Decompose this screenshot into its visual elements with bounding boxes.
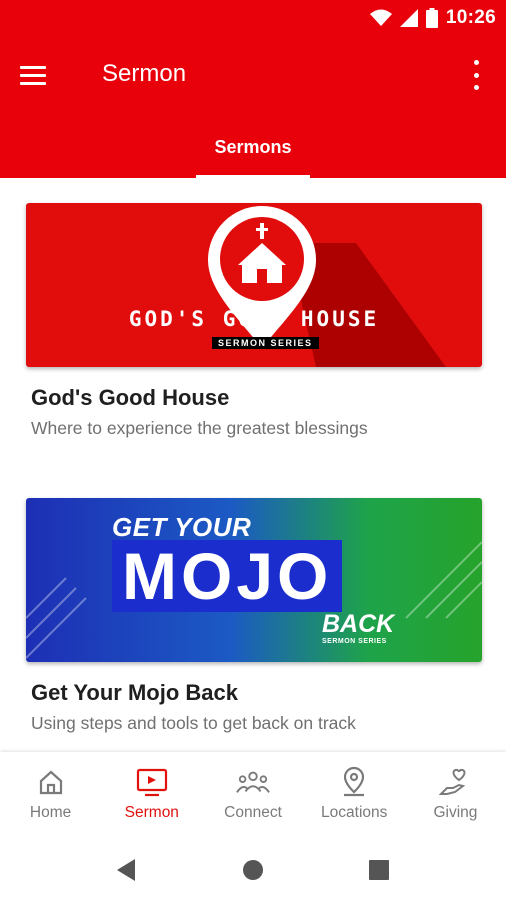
system-navigation-bar	[0, 838, 506, 900]
banner-subtitle: SERMON SERIES	[212, 337, 319, 349]
app-bar: Sermon Sermons	[0, 36, 506, 178]
nav-label: Locations	[321, 804, 388, 821]
tv-icon	[135, 766, 169, 798]
sermon-banner-image: GOD'S GOOD HOUSE SERMON SERIES	[26, 203, 482, 367]
heart-hand-icon	[438, 766, 472, 798]
sermon-banner-image: GET YOUR MOJO BACK SERMON SERIES	[26, 498, 482, 662]
wifi-icon	[369, 9, 392, 26]
banner-line-back: BACK	[322, 610, 395, 638]
sermon-subtitle: Where to experience the greatest blessin…	[31, 418, 368, 438]
status-time: 10:26	[445, 7, 496, 28]
sermon-title: Get Your Mojo Back	[31, 680, 239, 705]
menu-button[interactable]	[20, 58, 60, 92]
back-icon[interactable]	[108, 852, 144, 888]
tab-sermons[interactable]: Sermons	[196, 124, 310, 178]
signal-icon	[399, 9, 418, 27]
page-title: Sermon	[102, 60, 187, 87]
battery-icon	[425, 8, 438, 28]
banner-subtitle: SERMON SERIES	[322, 638, 387, 645]
sermon-subtitle: Using steps and tools to get back on tra…	[31, 713, 356, 733]
location-pin-icon	[337, 766, 371, 798]
nav-sermon[interactable]: Sermon	[101, 752, 202, 838]
sermon-list[interactable]: GOD'S GOOD HOUSE SERMON SERIES God's Goo…	[0, 178, 506, 752]
tab-label: Sermons	[214, 137, 292, 157]
nav-label: Giving	[433, 804, 478, 821]
more-vert-icon	[473, 60, 479, 65]
more-options-button[interactable]	[466, 60, 486, 90]
nav-label: Home	[29, 804, 72, 821]
recents-icon[interactable]	[361, 852, 397, 888]
people-icon	[236, 766, 270, 798]
status-bar: 10:26	[0, 0, 506, 36]
menu-icon	[20, 65, 46, 69]
nav-giving[interactable]: Giving	[405, 752, 506, 838]
nav-label: Connect	[224, 804, 282, 821]
banner-line-mojo: MOJO	[112, 540, 343, 612]
nav-connect[interactable]: Connect	[202, 752, 303, 838]
banner-title: GOD'S GOOD HOUSE	[128, 307, 380, 331]
bottom-navigation: Home Sermon Connect Locations Giving	[0, 752, 506, 838]
nav-label: Sermon	[124, 804, 179, 821]
sermon-card[interactable]: GOD'S GOOD HOUSE SERMON SERIES God's Goo…	[26, 203, 482, 439]
sermon-title: God's Good House	[31, 385, 230, 410]
sermon-card[interactable]: GET YOUR MOJO BACK SERMON SERIES Get You…	[26, 498, 482, 734]
home-icon	[34, 766, 68, 798]
nav-home[interactable]: Home	[0, 752, 101, 838]
status-icons: 10:26	[369, 6, 496, 30]
home-circle-icon[interactable]	[235, 852, 271, 888]
nav-locations[interactable]: Locations	[304, 752, 405, 838]
